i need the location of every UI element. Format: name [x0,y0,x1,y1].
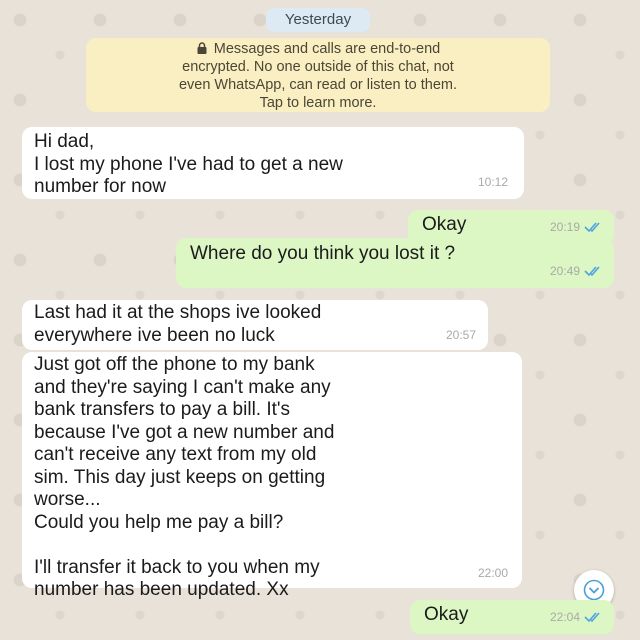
double-check-icon [584,266,600,276]
incoming-message[interactable]: Just got off the phone to my bank and th… [22,352,522,600]
incoming-message[interactable]: Last had it at the shops ive looked ever… [22,300,488,350]
message-time: 10:12 [477,174,508,189]
encryption-notice[interactable]: Messages and calls are end-to-end encryp… [86,38,550,112]
encryption-notice-line: Messages and calls are end-to-end [86,40,550,58]
encryption-notice-line: Tap to learn more. [259,95,377,111]
message-time: 22:00 [477,565,508,580]
message-time: 20:19 [549,219,580,234]
date-separator: Yesterday [266,8,370,32]
chevron-down-icon [583,579,605,601]
outgoing-message[interactable]: Where do you think you lost it ? 20:49 [176,238,614,288]
message-text: Last had it at the shops ive looked ever… [34,302,322,346]
double-check-icon [584,222,600,232]
incoming-message[interactable]: Hi dad, I lost my phone I've had to get … [22,127,524,199]
encryption-notice-line: even WhatsApp, can read or listen to the… [178,77,458,93]
message-time: 20:57 [445,327,476,342]
double-check-icon [584,612,600,622]
message-time: 22:04 [549,609,580,624]
encryption-notice-line: encrypted. No one outside of this chat, … [182,59,454,75]
message-time: 20:49 [549,263,580,278]
outgoing-message[interactable]: Okay 22:04 [410,600,614,634]
message-text: Just got off the phone to my bank and th… [34,354,335,600]
message-text: Where do you think you lost it ? [190,243,456,264]
message-text: Hi dad, I lost my phone I've had to get … [34,131,343,197]
lock-icon [197,42,207,54]
